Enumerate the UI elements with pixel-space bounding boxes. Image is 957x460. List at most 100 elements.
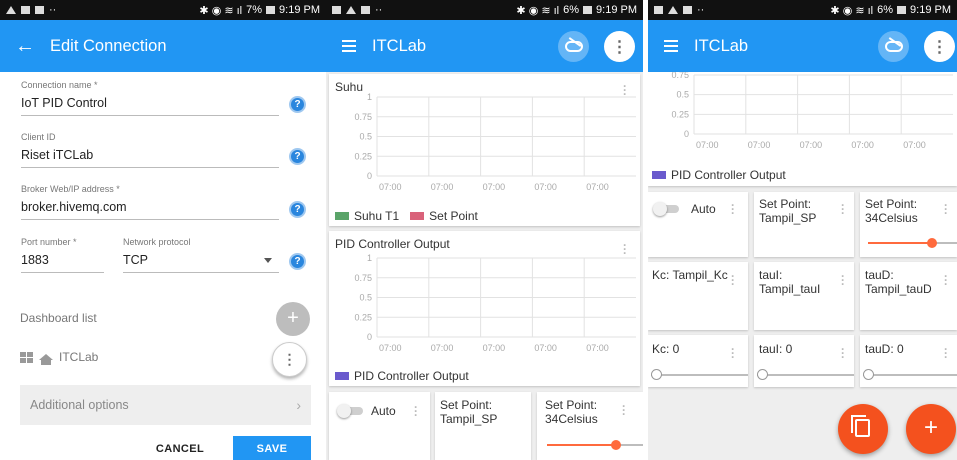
edit-connection-screen: ·· ✱ ◉ ≋ ıl 7% 9:19 PM ← Edit Connection C…	[0, 0, 326, 460]
taud-value-text: tauD: 0	[865, 342, 904, 356]
status-right: ✱ ◉ ≋ ıl 6% 9:19 PM	[516, 4, 637, 17]
chart-pid: 1 0.75 0.5 0.25 0 07:00 07:00 07:00 07:00 07:00	[354, 253, 636, 353]
y-tick-label: 0	[684, 129, 689, 139]
client-id-label: Client ID	[21, 132, 56, 142]
status-bar: ·· ✱ ◉ ≋ ıl 6% 9:19 PM	[648, 0, 957, 20]
cloud-off-icon[interactable]	[558, 31, 589, 62]
taui-name-text: tauI: Tampil_tauI	[759, 268, 821, 296]
x-tick-label: 07:00	[903, 140, 926, 150]
dashboard-screen: ·· ✱ ◉ ≋ ıl 6% 9:19 PM ITCLab ⋮ Suhu · · · 1…	[326, 0, 643, 460]
copy-fab-button[interactable]	[838, 404, 888, 454]
y-tick-label: 0.5	[676, 90, 689, 100]
additional-options-label: Additional options	[30, 398, 129, 412]
auto-label: Auto	[371, 404, 396, 418]
battery-percent: 6%	[563, 4, 580, 16]
card-menu-icon[interactable]: · · ·	[730, 343, 736, 363]
y-tick-label: 0.75	[354, 112, 372, 122]
clock: 9:19 PM	[910, 4, 951, 16]
clock: 9:19 PM	[279, 4, 320, 16]
chart-card-pid: PID Controller Output · · · 1 0.75 0.5 0.25 0 0…	[329, 231, 640, 386]
dashboard-app-bar: ITCLab ⋮	[648, 20, 957, 72]
x-tick-label: 07:00	[379, 182, 402, 192]
set-point-value-text: Set Point: 34Celsius	[545, 398, 598, 426]
taud-slider[interactable]	[863, 369, 957, 380]
client-id-value[interactable]: Riset iTCLab	[21, 148, 93, 162]
menu-icon[interactable]	[326, 40, 372, 52]
y-tick-label: 0.25	[354, 151, 372, 161]
back-arrow-icon[interactable]: ←	[0, 35, 50, 58]
status-bar: ·· ✱ ◉ ≋ ıl 6% 9:19 PM	[326, 0, 643, 20]
divider	[21, 272, 104, 273]
connection-name-value[interactable]: IoT PID Control	[21, 96, 107, 110]
y-tick-label: 0	[367, 171, 372, 181]
add-dashboard-button[interactable]: +	[276, 302, 310, 336]
taui-slider[interactable]	[757, 369, 854, 380]
screenshot-root: ·· ✱ ◉ ≋ ıl 7% 9:19 PM ← Edit Connection C…	[0, 0, 957, 460]
divider	[21, 115, 279, 116]
chart-legend: PID Controller Output	[335, 369, 469, 383]
x-tick-label: 07:00	[431, 343, 454, 353]
card-menu-icon[interactable]: · · ·	[840, 343, 846, 363]
card-menu-icon[interactable]: · · ·	[413, 401, 419, 421]
help-icon[interactable]: ?	[289, 148, 306, 165]
chevron-right-icon: ›	[296, 397, 301, 413]
taui-value-text: tauI: 0	[759, 342, 793, 356]
card-menu-icon[interactable]: · · ·	[943, 199, 949, 219]
text-widget-set-point: Set Point: Tampil_SP · · ·	[754, 192, 854, 257]
dashboard-item-label: ITCLab	[59, 350, 99, 364]
chart-legend: PID Controller Output	[652, 168, 786, 182]
image-icon	[21, 6, 30, 14]
menu-icon[interactable]	[648, 40, 694, 52]
x-tick-label: 07:00	[379, 343, 402, 353]
battery-icon	[583, 6, 593, 14]
y-tick-label: 0.25	[354, 312, 372, 322]
client-id-field[interactable]: Client ID Riset iTCLab	[21, 132, 93, 162]
port-value[interactable]: 1883	[21, 253, 77, 267]
kc-name-text: Kc: Tampil_Kc	[652, 268, 728, 282]
auto-toggle[interactable]	[653, 202, 679, 216]
cloud-off-icon[interactable]	[878, 31, 909, 62]
set-point-value-text: Set Point: 34Celsius	[865, 197, 918, 225]
clock: 9:19 PM	[596, 4, 637, 16]
help-icon[interactable]: ?	[289, 96, 306, 113]
card-menu-icon[interactable]: · · ·	[730, 199, 736, 219]
card-menu-icon[interactable]: · · ·	[943, 270, 949, 290]
card-menu-icon[interactable]: · · ·	[621, 400, 627, 420]
y-tick-label: 0.75	[354, 273, 372, 283]
dashboard-list-item[interactable]: ITCLab	[20, 350, 99, 365]
help-icon[interactable]: ?	[289, 201, 306, 218]
help-icon[interactable]: ?	[289, 253, 306, 270]
warning-icon	[346, 6, 356, 14]
more-vert-icon[interactable]: ⋮	[924, 31, 955, 62]
set-point-slider[interactable]	[868, 238, 957, 248]
divider	[123, 272, 279, 273]
connection-name-field[interactable]: Connection name * IoT PID Control	[21, 80, 107, 110]
dashboard-title: ITCLab	[694, 36, 749, 55]
kc-value-text: Kc: 0	[652, 342, 680, 356]
x-tick-label: 07:00	[431, 182, 454, 192]
card-menu-icon[interactable]: · · ·	[840, 199, 846, 219]
card-menu-icon[interactable]: · · ·	[730, 270, 736, 290]
image-icon	[654, 6, 663, 14]
broker-field[interactable]: Broker Web/IP address * broker.hivemq.co…	[21, 184, 127, 214]
port-field[interactable]: Port number * 1883	[21, 237, 77, 267]
more-vert-icon[interactable]: ⋮	[604, 31, 635, 62]
more-vert-icon[interactable]: ⋮	[272, 342, 307, 377]
set-point-slider[interactable]	[547, 440, 643, 450]
protocol-value[interactable]: TCP	[123, 253, 191, 267]
text-widget-taui: tauI: Tampil_tauI · · ·	[754, 262, 854, 330]
battery-icon	[897, 6, 907, 14]
chart-card-suhu: Suhu · · · 1 0.75 0.5 0.25 0 07:00 07:00 07:00 07:…	[329, 74, 640, 226]
protocol-select[interactable]: Network protocol TCP	[123, 237, 191, 267]
auto-toggle[interactable]	[337, 404, 363, 418]
add-fab-button[interactable]: +	[906, 404, 956, 454]
card-menu-icon[interactable]: · · ·	[943, 343, 949, 363]
cancel-button[interactable]: CANCEL	[140, 436, 220, 460]
broker-value[interactable]: broker.hivemq.com	[21, 200, 127, 214]
additional-options-row[interactable]: Additional options ›	[20, 385, 311, 425]
save-button[interactable]: SAVE	[233, 436, 311, 460]
chevron-down-icon[interactable]	[264, 258, 272, 263]
kc-slider[interactable]	[651, 369, 748, 380]
card-menu-icon[interactable]: · · ·	[840, 270, 846, 290]
switch-widget-auto: Auto · · ·	[329, 392, 430, 460]
